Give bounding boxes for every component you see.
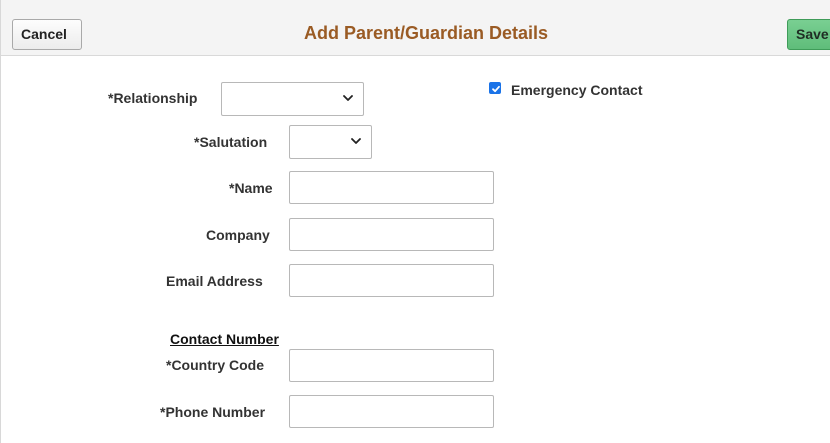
emergency-contact-label: Emergency Contact <box>511 82 643 98</box>
save-button[interactable]: Save <box>787 19 830 50</box>
checkbox-box[interactable] <box>489 82 501 94</box>
company-field[interactable] <box>289 218 494 251</box>
header-bar: Cancel Add Parent/Guardian Details Save <box>1 0 830 56</box>
country-code-label: *Country Code <box>166 357 264 373</box>
phone-number-label: *Phone Number <box>160 404 266 420</box>
checkmark-icon <box>492 85 500 93</box>
add-parent-guardian-details-page: Cancel Add Parent/Guardian Details Save … <box>0 0 830 443</box>
contact-number-heading: Contact Number <box>170 331 279 347</box>
emergency-contact-checkbox[interactable] <box>489 82 503 96</box>
company-label: Company <box>206 227 270 243</box>
chevron-down-icon <box>351 138 361 144</box>
name-field[interactable] <box>289 171 494 204</box>
page-title: Add Parent/Guardian Details <box>303 23 549 43</box>
country-code-field[interactable] <box>289 349 494 382</box>
relationship-select[interactable] <box>221 82 364 116</box>
email-field[interactable] <box>289 264 494 297</box>
phone-number-field[interactable] <box>289 395 494 428</box>
salutation-select[interactable] <box>289 125 372 159</box>
name-label: *Name <box>229 180 273 196</box>
relationship-label: *Relationship <box>108 90 198 106</box>
chevron-down-icon <box>343 95 353 101</box>
salutation-label: *Salutation <box>194 134 268 150</box>
email-address-label: Email Address <box>166 273 263 289</box>
